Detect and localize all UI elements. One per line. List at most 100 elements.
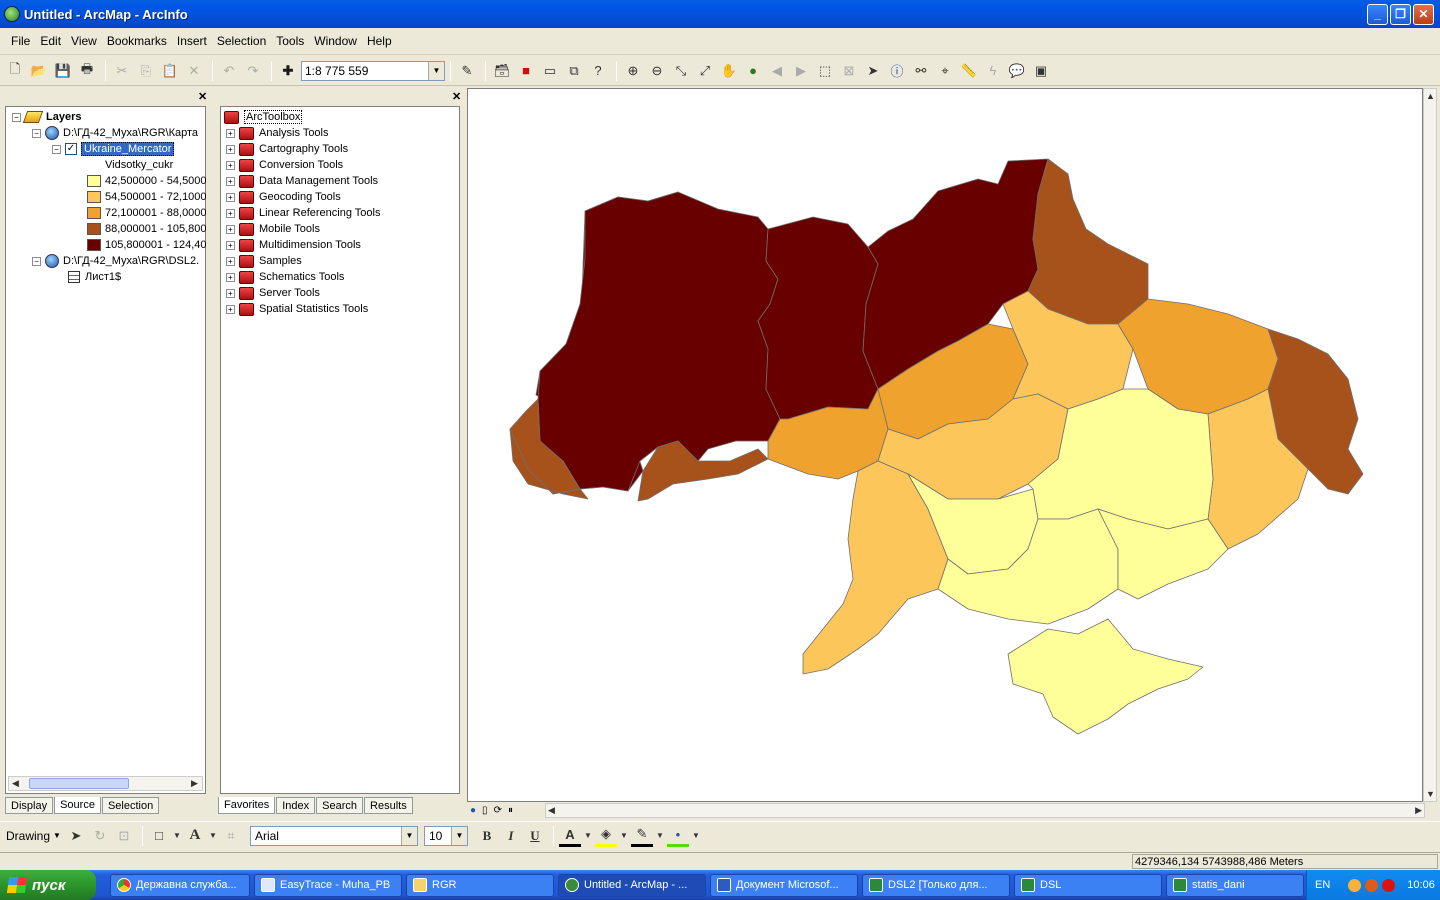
html-popup-icon[interactable]: 💬 [1006,60,1028,82]
expand-icon[interactable]: + [226,160,235,170]
new-document-icon[interactable]: 🗋 [4,60,26,82]
create-viewer-icon[interactable]: ▣ [1030,60,1052,82]
toc-data-frame-2[interactable]: − D:\ГД-42_Муха\RGR\DSL2. [32,253,199,269]
taskbar-item[interactable]: Державна служба... [110,873,250,897]
tray-app-icon[interactable] [1365,878,1379,892]
command-line-icon[interactable]: ▭ [539,60,561,82]
pan-hand-icon[interactable]: ✋ [718,60,740,82]
menu-window[interactable]: Window [309,34,362,48]
model-builder-icon[interactable]: ⧉ [563,60,585,82]
chevron-down-icon[interactable]: ▼ [172,825,182,847]
scroll-down-icon[interactable]: ▼ [1426,789,1435,799]
chevron-down-icon[interactable]: ▼ [619,825,629,847]
taskbar-item[interactable]: RGR [406,873,554,897]
rectangle-icon[interactable]: □ [148,825,170,847]
arccatalog-icon[interactable]: 🗃 [491,60,513,82]
map-display[interactable] [467,88,1423,802]
collapse-icon[interactable]: − [32,256,41,266]
expand-icon[interactable]: + [226,288,235,298]
tab-index[interactable]: Index [276,797,316,814]
toc-table[interactable]: Лист1$ [68,269,121,285]
scroll-right-icon[interactable]: ▶ [191,778,198,789]
legend-class[interactable]: 42,500000 - 54,5000 [87,173,207,189]
menu-view[interactable]: View [66,34,102,48]
toolbox-item[interactable]: + Geocoding Tools [226,189,341,205]
redo-icon[interactable]: ↷ [242,60,264,82]
cut-icon[interactable]: ✂ [111,60,133,82]
select-elements-arrow-icon[interactable]: ➤ [65,825,87,847]
expand-icon[interactable]: + [226,272,235,282]
taskbar-item[interactable]: Документ Microsof... [710,873,858,897]
menu-edit[interactable]: Edit [35,34,66,48]
toc-layer-name[interactable]: Ukraine_Mercator [81,142,175,156]
hyperlink-icon[interactable]: ϟ [982,60,1004,82]
toolbox-item[interactable]: + Linear Referencing Tools [226,205,380,221]
map-scale-combo[interactable]: 1:8 775 559 ▼ [301,60,445,81]
toc-data-frame-1[interactable]: − D:\ГД-42_Муха\RGR\Карта [32,125,198,141]
zoom-whole-page-icon[interactable]: ⊡ [113,825,135,847]
taskbar-item[interactable]: DSL2 [Только для... [862,873,1010,897]
menu-bookmarks[interactable]: Bookmarks [102,34,172,48]
open-folder-icon[interactable]: 📂 [28,60,50,82]
legend-class[interactable]: 105,800001 - 124,40 [87,237,207,253]
toc-close-icon[interactable]: ✕ [198,90,207,103]
line-color-icon[interactable]: ✎ [630,825,653,847]
chevron-down-icon[interactable]: ▼ [428,61,444,80]
scroll-left-icon[interactable]: ◀ [548,805,555,816]
go-to-xy-icon[interactable]: ⌖ [934,60,956,82]
toolbox-item[interactable]: + Conversion Tools [226,157,343,173]
restore-button[interactable]: ❐ [1390,3,1411,25]
taskbar-item[interactable]: EasyTrace - Muha_PB [254,873,402,897]
ukraine-choropleth-map[interactable] [468,89,1424,803]
expand-icon[interactable]: + [226,144,235,154]
legend-class[interactable]: 72,100001 - 88,0000 [87,205,207,221]
clear-selection-icon[interactable]: ⊠ [838,60,860,82]
save-icon[interactable]: 💾 [52,60,74,82]
chevron-down-icon[interactable]: ▼ [655,825,665,847]
font-size-combo[interactable]: 10 ▼ [423,825,468,846]
map-hscrollbar[interactable]: ◀ ▶ [545,803,1425,818]
expand-icon[interactable]: + [226,304,235,314]
toolbox-close-icon[interactable]: ✕ [452,90,461,103]
print-icon[interactable]: 🖶 [76,60,98,82]
next-extent-icon[interactable]: ▶ [790,60,812,82]
tray-app-icon[interactable] [1348,878,1362,892]
fill-color-icon[interactable]: ◈ [594,825,617,847]
expand-icon[interactable]: + [226,192,235,202]
toolbox-item[interactable]: + Multidimension Tools [226,237,361,253]
tab-favorites[interactable]: Favorites [218,797,276,814]
previous-extent-icon[interactable]: ◀ [766,60,788,82]
expand-icon[interactable]: + [226,128,235,138]
toolbox-item[interactable]: + Data Management Tools [226,173,378,189]
tab-search[interactable]: Search [316,797,364,814]
taskbar-item-active[interactable]: Untitled - ArcMap - ... [558,873,706,897]
menu-help[interactable]: Help [362,34,397,48]
close-button[interactable]: ✕ [1413,3,1434,25]
toc-layer-ukraine[interactable]: − ✓ Ukraine_Mercator [52,141,175,157]
menu-tools[interactable]: Tools [271,34,309,48]
identify-icon[interactable]: ⓘ [886,60,908,82]
rotate-icon[interactable]: ↻ [89,825,111,847]
expand-icon[interactable]: + [226,224,235,234]
region-rivne-zhytomyr[interactable] [757,216,879,420]
select-elements-icon[interactable]: ➤ [862,60,884,82]
data-view-globe-icon[interactable]: ● [470,805,476,816]
drawing-menu-button[interactable]: Drawing ▼ [6,829,61,843]
toc-hscrollbar[interactable]: ◀ ▶ [8,776,203,791]
toolbox-item[interactable]: + Schematics Tools [226,269,344,285]
tray-app-icon[interactable] [1382,878,1396,892]
minimize-button[interactable]: _ [1367,3,1388,25]
legend-class[interactable]: 88,000001 - 105,800 [87,221,207,237]
chevron-down-icon[interactable]: ▼ [208,825,218,847]
layout-view-page-icon[interactable]: ▯ [482,805,488,816]
toolbox-root[interactable]: ArcToolbox [224,109,303,125]
text-tool-icon[interactable]: A [184,825,206,847]
fixed-zoom-out-icon[interactable]: ⤢ [694,60,716,82]
toc-root-layers[interactable]: − Layers [12,109,81,125]
chevron-down-icon[interactable]: ▼ [400,826,417,845]
collapse-icon[interactable]: − [32,128,41,138]
collapse-icon[interactable]: − [52,144,61,154]
marker-color-icon[interactable]: • [666,825,689,847]
undo-icon[interactable]: ↶ [218,60,240,82]
region-nw-block[interactable] [537,191,781,492]
